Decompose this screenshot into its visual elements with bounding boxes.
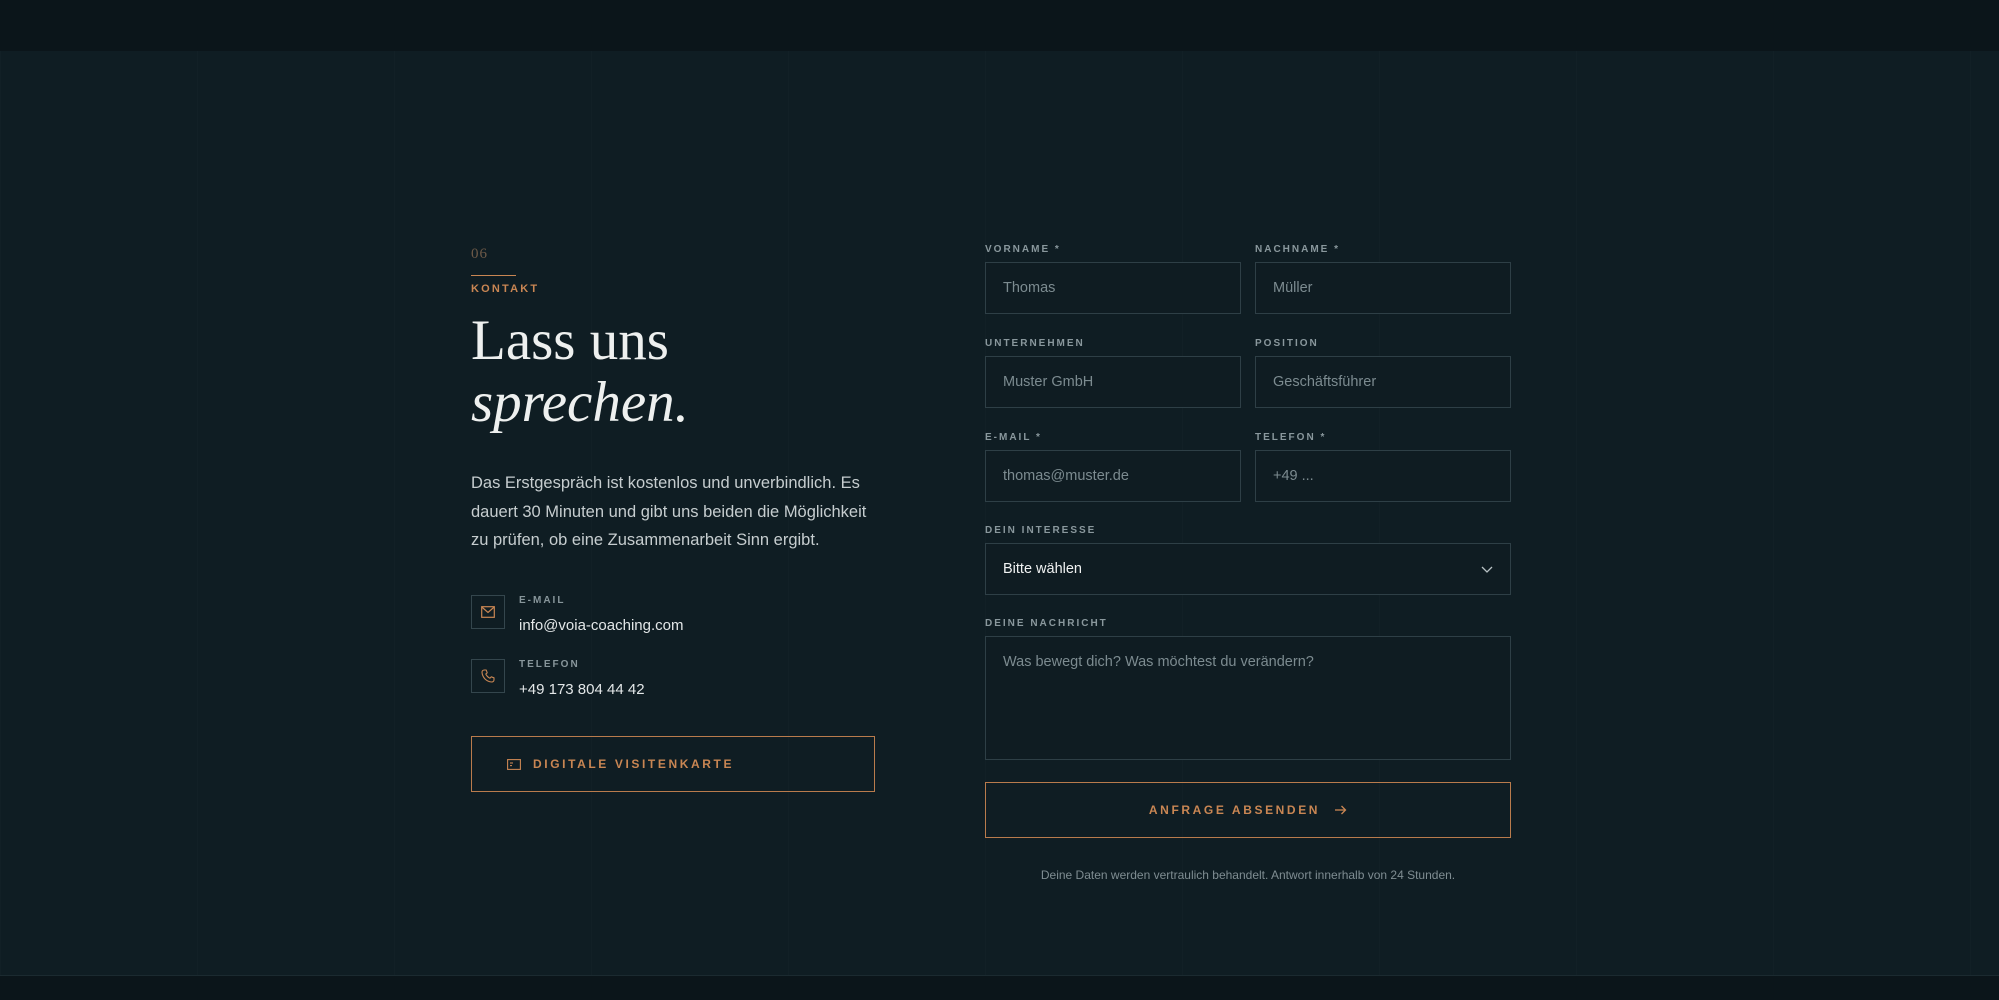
- position-input[interactable]: [1255, 356, 1511, 408]
- message-label: DEINE NACHRICHT: [985, 618, 1108, 629]
- firstname-input[interactable]: [985, 262, 1241, 314]
- section-divider: [471, 275, 516, 276]
- contact-section: 06 KONTAKT Lass uns sprechen. Das Erstge…: [0, 51, 1999, 975]
- firstname-label: VORNAME *: [985, 244, 1061, 255]
- contact-phone[interactable]: TELEFON +49 173 804 44 42: [471, 659, 881, 698]
- title-line-2: sprechen.: [471, 371, 689, 434]
- section-number: 06: [471, 246, 488, 262]
- phone-field-label: TELEFON *: [1255, 432, 1327, 443]
- interest-label: DEIN INTERESSE: [985, 525, 1097, 536]
- email-label: E-MAIL: [519, 595, 566, 606]
- interest-select[interactable]: Bitte wählen: [985, 543, 1511, 595]
- email-link[interactable]: info@voia-coaching.com: [519, 617, 683, 634]
- submit-button-label: ANFRAGE ABSENDEN: [1148, 803, 1321, 817]
- phone-label: TELEFON: [519, 659, 580, 670]
- page-title: Lass uns sprechen.: [471, 310, 689, 434]
- vcard-button-label: DIGITALE VISITENKARTE: [533, 757, 735, 771]
- contact-email[interactable]: E-MAIL info@voia-coaching.com: [471, 595, 881, 634]
- email-input[interactable]: [985, 450, 1241, 502]
- lastname-label: NACHNAME *: [1255, 244, 1340, 255]
- message-textarea[interactable]: [985, 636, 1511, 760]
- submit-button[interactable]: ANFRAGE ABSENDEN: [985, 782, 1511, 838]
- arrow-right-icon: [1334, 805, 1347, 815]
- phone-input[interactable]: [1255, 450, 1511, 502]
- email-field-label: E-MAIL *: [985, 432, 1042, 443]
- bottom-bar: [0, 975, 1999, 1000]
- intro-text: Das Erstgespräch ist kostenlos und unver…: [471, 474, 867, 549]
- interest-selected-value: Bitte wählen: [1003, 561, 1082, 577]
- phone-icon: [471, 659, 505, 693]
- privacy-note: Deine Daten werden vertraulich behandelt…: [1040, 868, 1456, 882]
- card-icon: [507, 758, 521, 770]
- chevron-down-icon: [1481, 566, 1493, 573]
- lastname-input[interactable]: [1255, 262, 1511, 314]
- position-label: POSITION: [1255, 338, 1319, 349]
- company-input[interactable]: [985, 356, 1241, 408]
- company-label: UNTERNEHMEN: [985, 338, 1085, 349]
- section-label: KONTAKT: [471, 283, 540, 295]
- title-line-1: Lass uns: [471, 309, 669, 372]
- mail-icon: [471, 595, 505, 629]
- top-bar: [0, 0, 1999, 51]
- phone-link[interactable]: +49 173 804 44 42: [519, 681, 645, 698]
- digital-business-card-button[interactable]: DIGITALE VISITENKARTE: [471, 736, 875, 792]
